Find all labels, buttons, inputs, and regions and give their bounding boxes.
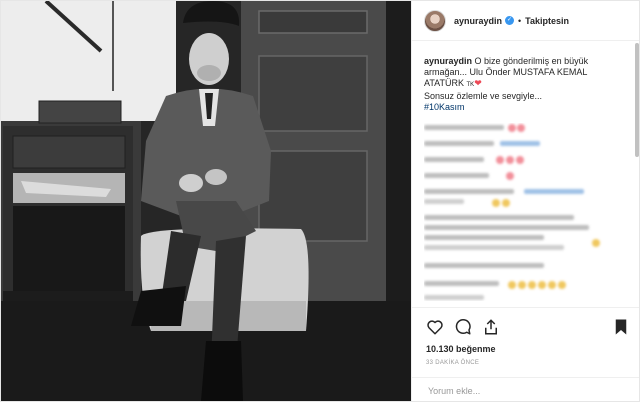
heart-icon[interactable] [426, 318, 444, 336]
header-username[interactable]: aynuraydin [454, 16, 502, 26]
following-status[interactable]: Takiptesin [525, 16, 569, 26]
post-timestamp: 33 DAKİKA ÖNCE [426, 360, 480, 366]
post-header: aynuraydin ✓ • Takiptesin [412, 1, 639, 41]
hashtag-link[interactable]: #10Kasım [424, 102, 465, 112]
bookmark-icon[interactable] [612, 318, 630, 336]
historical-photo-illustration [1, 1, 411, 401]
comment-icon[interactable] [454, 318, 472, 336]
avatar[interactable] [424, 9, 446, 32]
post-caption: aynuraydin O bize gönderilmiş en büyük a… [424, 56, 624, 113]
post-photo[interactable] [1, 1, 411, 401]
caption-text-2: Sonsuz özlemle ve sevgiyle... [424, 91, 543, 101]
action-bar [412, 307, 639, 347]
comment-form [412, 377, 639, 401]
separator: • [518, 15, 522, 26]
blurred-comments-graphic [424, 124, 600, 300]
instagram-post: aynuraydin ✓ • Takiptesin aynuraydin O b… [0, 0, 640, 402]
comments-scrollbar[interactable] [635, 43, 639, 157]
caption-username[interactable]: aynuraydin [424, 56, 472, 66]
heart-emoji-icon: ❤ [474, 78, 482, 88]
like-count[interactable]: 10.130 beğenme [426, 344, 496, 354]
verified-badge-icon: ✓ [505, 16, 515, 25]
blurred-comments [424, 123, 629, 301]
post-sidebar: aynuraydin ✓ • Takiptesin aynuraydin O b… [411, 1, 639, 401]
comment-input[interactable] [426, 384, 630, 397]
share-icon[interactable] [482, 318, 500, 336]
